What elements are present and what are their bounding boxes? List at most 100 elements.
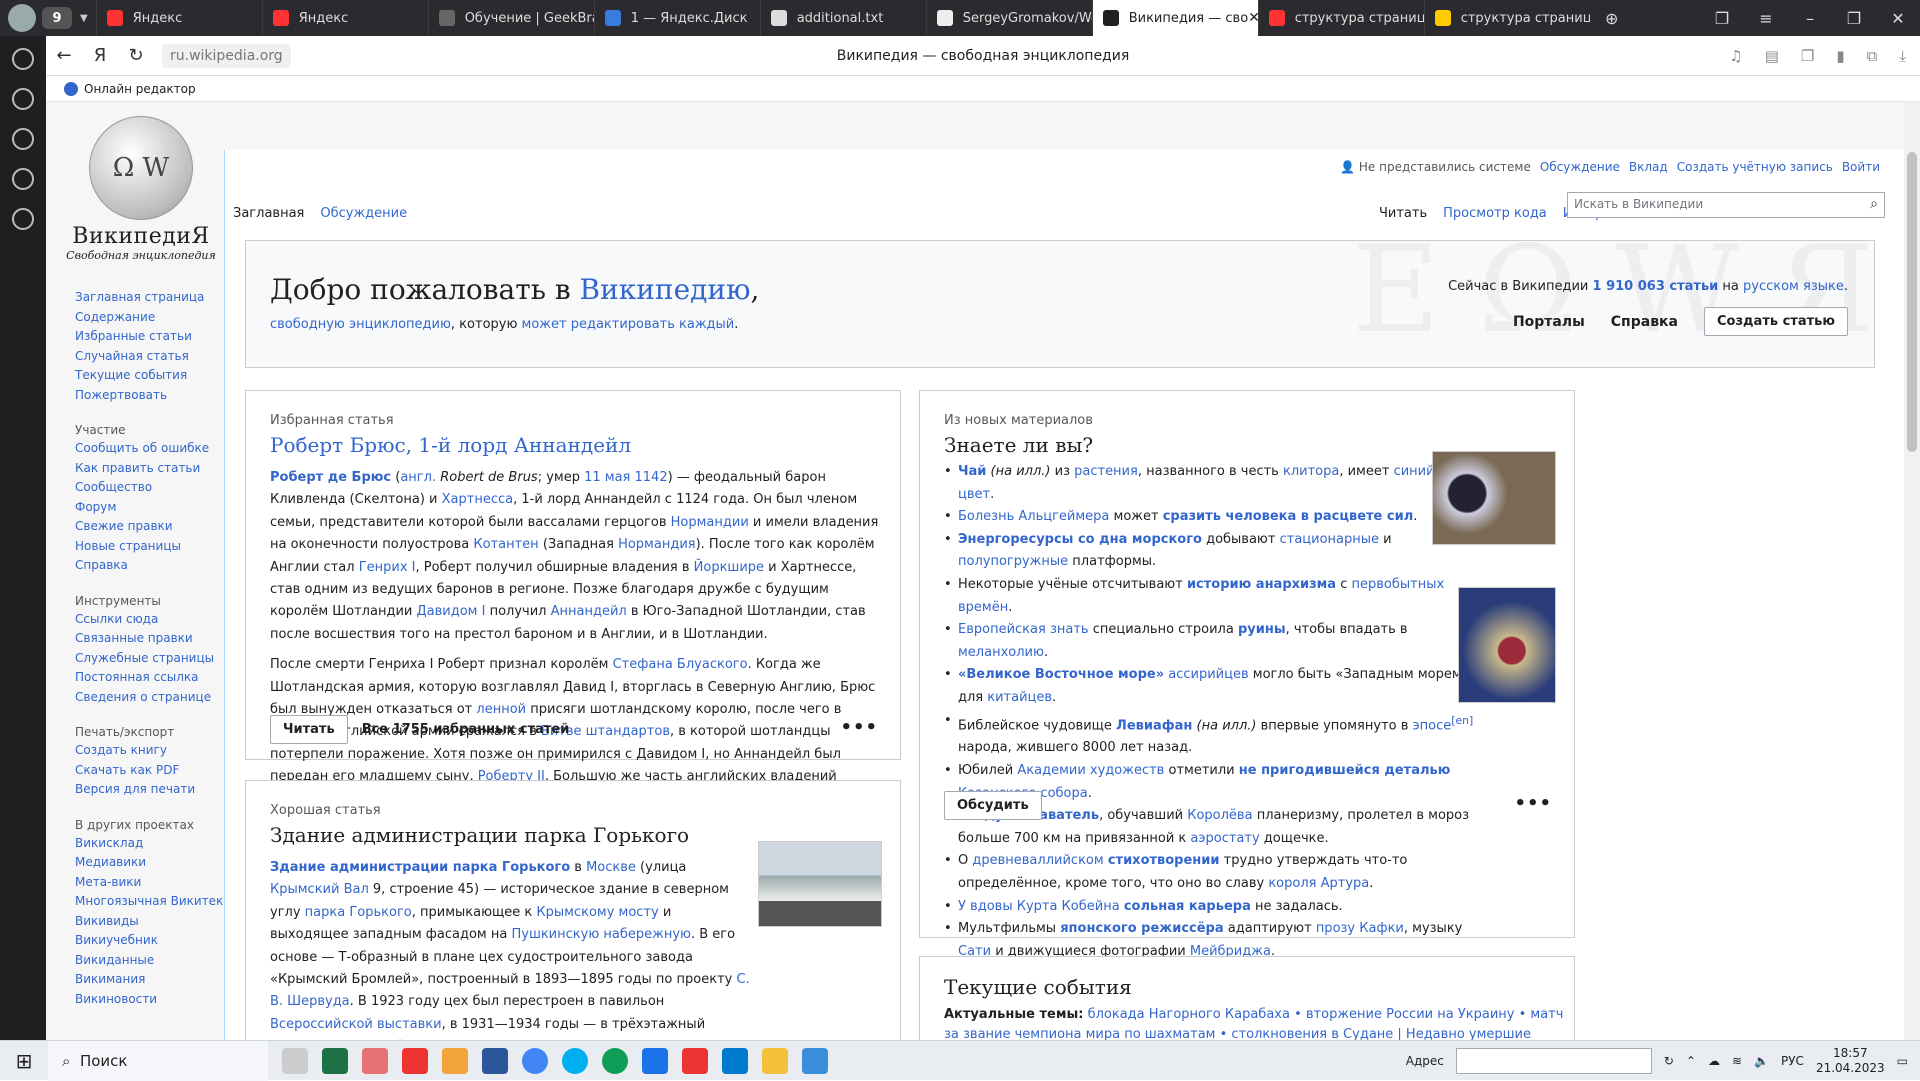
sidebar-nav-link[interactable]: Медиавики	[75, 853, 215, 873]
sidebar-nav-link[interactable]: Заглавная страница	[75, 288, 215, 308]
minimize-button[interactable]: –	[1788, 9, 1832, 28]
featured-title[interactable]: Роберт Брюс, 1-й лорд Аннандейл	[270, 433, 631, 457]
sidebar-nav-link[interactable]: Сообщество	[75, 478, 215, 498]
browser-tab[interactable]: Яндекс	[95, 0, 262, 36]
download-icon[interactable]: ⤓	[1899, 47, 1906, 65]
sidebar-nav-link[interactable]: Как править статьи	[75, 459, 215, 479]
sidebar-nav-link[interactable]: Викиучебник	[75, 931, 215, 951]
tab-main[interactable]: Заглавная	[225, 200, 312, 230]
vscode-icon[interactable]	[722, 1047, 748, 1074]
sidebar-nav-link[interactable]: Сведения о странице	[75, 688, 215, 708]
excel-icon[interactable]	[322, 1047, 348, 1074]
discuss-button[interactable]: Обсудить	[944, 791, 1042, 820]
profile-avatar[interactable]	[8, 4, 36, 32]
new-tab-button[interactable]: ⊕	[1590, 9, 1634, 28]
scroll-thumb[interactable]	[1907, 152, 1917, 452]
sidebar-nav-link[interactable]: Текущие события	[75, 366, 215, 386]
app-icon[interactable]	[642, 1047, 668, 1074]
link-contrib[interactable]: Вклад	[1629, 160, 1668, 174]
sidebar-nav-link[interactable]: Служебные страницы	[75, 649, 215, 669]
sidebar-nav-link[interactable]: Версия для печати	[75, 780, 215, 800]
sidebar-nav-link[interactable]: Викивиды	[75, 912, 215, 932]
language-indicator[interactable]: РУС	[1781, 1054, 1804, 1068]
chevron-down-icon[interactable]: ▼	[80, 13, 88, 24]
sidebar-nav-link[interactable]: Постоянная ссылка	[75, 668, 215, 688]
address-toolbar-input[interactable]	[1455, 1047, 1652, 1074]
chrome-icon[interactable]	[522, 1047, 548, 1074]
browser-tab[interactable]: структура страницы	[1423, 0, 1590, 36]
yandex-icon[interactable]: Я	[82, 45, 118, 66]
app-icon[interactable]	[442, 1047, 468, 1074]
link-create-account[interactable]: Создать учётную запись	[1677, 160, 1833, 174]
browser-tab[interactable]: структура страницы	[1257, 0, 1424, 36]
link-talk[interactable]: Обсуждение	[1540, 160, 1620, 174]
building-photo[interactable]	[758, 841, 882, 927]
browser-tab[interactable]: Обучение | GeekBrai	[427, 0, 594, 36]
reload-icon[interactable]: ↻	[118, 45, 154, 66]
help-link[interactable]: Справка	[1611, 314, 1678, 330]
refresh-icon[interactable]: ↻	[1664, 1054, 1674, 1068]
volume-icon[interactable]: 🔈	[1754, 1054, 1769, 1068]
sidebar-nav-link[interactable]: Викимания	[75, 970, 215, 990]
browser-tab[interactable]: 1 — Яндекс.Диск	[593, 0, 760, 36]
yandex-browser-icon[interactable]	[402, 1047, 428, 1074]
close-window-button[interactable]: ✕	[1876, 9, 1920, 28]
leviathan-illustration[interactable]	[1458, 587, 1556, 703]
network-icon[interactable]: ☁	[1708, 1054, 1720, 1068]
wiki-logo[interactable]: Ω W ВикипедиЯ Свободная энциклопедия	[66, 116, 216, 262]
back-arrow-icon[interactable]: ←	[46, 45, 82, 66]
explorer-icon[interactable]	[762, 1047, 788, 1074]
read-button[interactable]: Читать	[270, 715, 348, 744]
browser-tab[interactable]: additional.txt	[759, 0, 926, 36]
clock[interactable]: 18:57 21.04.2023	[1816, 1046, 1885, 1076]
sidebar-nav-link[interactable]: Избранные статьи	[75, 327, 215, 347]
wifi-icon[interactable]: ≋	[1732, 1054, 1742, 1068]
page-scrollbar[interactable]	[1904, 102, 1920, 1040]
browser-tab[interactable]: SergeyGromakov/We	[925, 0, 1092, 36]
sidebar-nav-link[interactable]: Создать книгу	[75, 741, 215, 761]
more-options-icon[interactable]: •••	[1514, 793, 1552, 814]
reader-icon[interactable]: ▤	[1765, 47, 1779, 65]
skype-icon[interactable]	[562, 1047, 588, 1074]
taskbar-search[interactable]: ⌕ Поиск	[48, 1040, 268, 1081]
sidebar-nav-link[interactable]: Новые страницы	[75, 537, 215, 557]
yandex-icon[interactable]	[682, 1047, 708, 1074]
search-input[interactable]: Искать в Википедии ⌕	[1567, 192, 1885, 218]
maximize-button[interactable]: ❐	[1832, 9, 1876, 28]
tray-chevron-icon[interactable]: ⌃	[1686, 1054, 1696, 1068]
create-article-button[interactable]: Создать статью	[1704, 307, 1848, 336]
tabs-icon[interactable]: ❐	[1801, 47, 1814, 65]
search-icon[interactable]: ⌕	[1870, 196, 1878, 212]
link-login[interactable]: Войти	[1842, 160, 1880, 174]
notifications-icon[interactable]: ▭	[1897, 1054, 1908, 1068]
sidebar-nav-link[interactable]: Форум	[75, 498, 215, 518]
photos-icon[interactable]	[802, 1047, 828, 1074]
all-featured-link[interactable]: Все 1755 избранных статей	[362, 722, 570, 737]
tab-talk[interactable]: Обсуждение	[312, 200, 415, 230]
extensions-icon[interactable]: ⧉	[1867, 47, 1878, 65]
sidebar-nav-link[interactable]: Ссылки сюда	[75, 610, 215, 630]
sidebar-nav-link[interactable]: Содержание	[75, 308, 215, 328]
close-tab-icon[interactable]: ✕	[1248, 10, 1258, 26]
task-view-icon[interactable]	[282, 1047, 308, 1074]
edge-icon[interactable]	[602, 1047, 628, 1074]
more-options-icon[interactable]: •••	[840, 717, 878, 738]
history-icon[interactable]	[12, 48, 34, 70]
portals-link[interactable]: Порталы	[1513, 314, 1585, 330]
sidebar-nav-link[interactable]: Многоязычная Викитека	[75, 892, 231, 912]
sidebar-nav-link[interactable]: Пожертвовать	[75, 386, 215, 406]
sidebar-nav-link[interactable]: Мета-вики	[75, 873, 215, 893]
sidebar-nav-link[interactable]: Викиданные	[75, 951, 215, 971]
tab-count-badge[interactable]: 9	[42, 7, 72, 29]
url-field[interactable]: ru.wikipedia.org	[162, 43, 291, 68]
sidebar-nav-link[interactable]: Связанные правки	[75, 629, 215, 649]
sidebar-nav-link[interactable]: Случайная статья	[75, 347, 215, 367]
paint-icon[interactable]	[362, 1047, 388, 1074]
tea-cups-photo[interactable]	[1432, 451, 1556, 545]
sidebar-nav-link[interactable]: Свежие правки	[75, 517, 215, 537]
screenshot-icon[interactable]	[12, 208, 34, 230]
menu-icon[interactable]: ≡	[1744, 9, 1788, 28]
word-icon[interactable]	[482, 1047, 508, 1074]
sidebar-nav-link[interactable]: Справка	[75, 556, 215, 576]
sidebar-nav-link[interactable]: Сообщить об ошибке	[75, 439, 215, 459]
